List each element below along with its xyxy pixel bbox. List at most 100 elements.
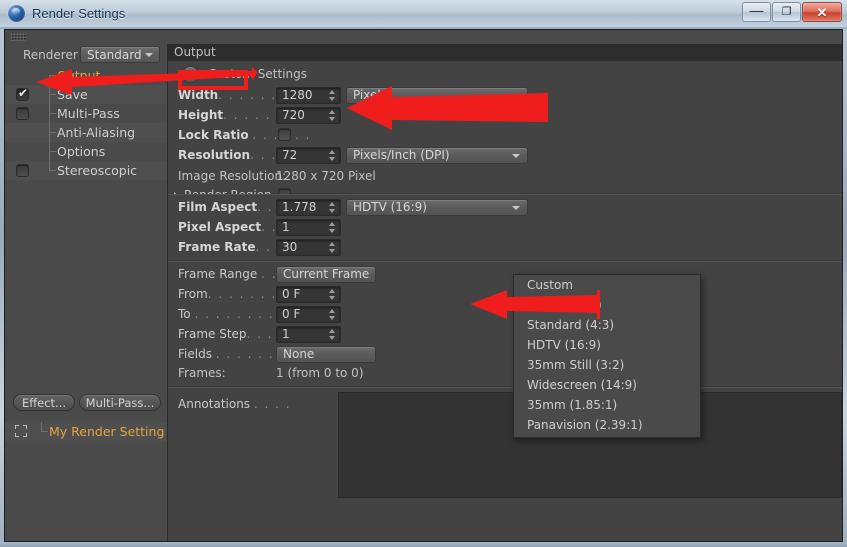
frame-step-input[interactable]: 1 bbox=[276, 326, 341, 343]
maximize-button[interactable]: ❐ bbox=[772, 2, 801, 22]
sidebar-item-anti-aliasing[interactable]: Anti-Aliasing bbox=[5, 123, 167, 142]
maximize-icon: ❐ bbox=[781, 5, 792, 18]
frame-step-value: 1 bbox=[282, 327, 290, 341]
tree-dash bbox=[41, 431, 48, 432]
custom-settings-row[interactable]: Custom Settings bbox=[168, 64, 842, 85]
window-right-border bbox=[843, 29, 847, 542]
tree-dash bbox=[49, 151, 56, 152]
resolution-unit-dropdown[interactable]: Pixels/Inch (DPI) bbox=[346, 147, 528, 164]
render-setting-node-row[interactable]: My Render Setting bbox=[5, 422, 167, 441]
renderer-dropdown[interactable]: Standard bbox=[80, 46, 160, 63]
menu-item-35mm[interactable]: 35mm (1.85:1) bbox=[514, 395, 700, 415]
from-value: 0 F bbox=[282, 287, 301, 301]
stepper-icon[interactable] bbox=[329, 202, 336, 213]
custom-settings-section: Custom Settings Width. . . . . . . . . 1… bbox=[168, 61, 842, 202]
resolution-input[interactable]: 72 bbox=[276, 147, 341, 164]
to-value: 0 F bbox=[282, 307, 301, 321]
width-row: Width. . . . . . . . . 1280 Pixels bbox=[168, 85, 842, 106]
multi-pass-button[interactable]: Multi-Pass... bbox=[79, 394, 161, 411]
close-button[interactable]: ✕ bbox=[802, 2, 842, 22]
menu-item-standard[interactable]: Standard (4:3) bbox=[514, 315, 700, 335]
menu-item-square[interactable]: Square (1:1) bbox=[514, 295, 700, 315]
menu-item-custom[interactable]: Custom bbox=[514, 275, 700, 295]
menu-item-hdtv[interactable]: HDTV (16:9) bbox=[514, 335, 700, 355]
from-row: From. . . . . . . . . . 0 F bbox=[168, 284, 842, 305]
sidebar-item-stereoscopic[interactable]: Stereoscopic bbox=[5, 161, 167, 180]
stereoscopic-checkbox[interactable] bbox=[16, 164, 29, 177]
sidebar-item-multi-pass[interactable]: Multi-Pass bbox=[5, 104, 167, 123]
to-input[interactable]: 0 F bbox=[276, 306, 341, 323]
film-aspect-value: 1.778 bbox=[282, 200, 317, 214]
sidebar-item-label-multi-pass: Multi-Pass bbox=[57, 106, 120, 121]
frame-rate-input[interactable]: 30 bbox=[276, 239, 341, 256]
stepper-icon[interactable] bbox=[329, 222, 336, 233]
film-aspect-input[interactable]: 1.778 bbox=[276, 199, 341, 216]
frames-value: 1 (from 0 to 0) bbox=[276, 366, 364, 380]
menu-item-35mm-still[interactable]: 35mm Still (3:2) bbox=[514, 355, 700, 375]
toolbar-strip bbox=[5, 30, 842, 45]
film-aspect-row: Film Aspect. . . . . 1.778 HDTV (16:9) bbox=[168, 197, 842, 218]
to-row: To . . . . . . . . . . . . 0 F bbox=[168, 304, 842, 325]
pixel-aspect-value: 1 bbox=[282, 220, 290, 234]
sidebar-item-label-output: Output bbox=[57, 68, 101, 83]
save-checkbox[interactable] bbox=[16, 86, 29, 101]
output-settings-panel: Output Custom Settings Width. . . . . . … bbox=[168, 44, 842, 541]
effect-button[interactable]: Effect... bbox=[13, 394, 75, 411]
width-unit-dropdown[interactable]: Pixels bbox=[346, 87, 528, 104]
stepper-icon[interactable] bbox=[329, 150, 336, 161]
aspect-section: Film Aspect. . . . . 1.778 HDTV (16:9) P… bbox=[168, 195, 842, 260]
sidebar-item-label-options: Options bbox=[57, 144, 106, 159]
minimize-button[interactable]: — bbox=[742, 2, 771, 22]
height-input[interactable]: 720 bbox=[276, 107, 341, 124]
stepper-icon[interactable] bbox=[329, 329, 336, 340]
stepper-icon[interactable] bbox=[329, 90, 336, 101]
lock-ratio-row: Lock Ratio . . . . . . bbox=[168, 125, 842, 146]
frame-step-row: Frame Step. . . . . . 1 bbox=[168, 324, 842, 345]
fields-dropdown[interactable]: None bbox=[276, 346, 376, 363]
frame-rate-value: 30 bbox=[282, 240, 298, 254]
fields-row: Fields . . . . . . . . . . None bbox=[168, 344, 842, 365]
pixel-aspect-input[interactable]: 1 bbox=[276, 219, 341, 236]
drag-grip-icon[interactable] bbox=[10, 33, 26, 41]
from-input[interactable]: 0 F bbox=[276, 286, 341, 303]
c4d-logo-icon bbox=[8, 5, 25, 22]
resolution-unit-value: Pixels/Inch (DPI) bbox=[353, 148, 450, 162]
frame-range-row: Frame Range . . . . Current Frame bbox=[168, 264, 842, 285]
expand-arrow-button[interactable] bbox=[182, 66, 199, 83]
panel-header: Output bbox=[168, 44, 842, 61]
resolution-row: Resolution. . . . . . 72 Pixels/Inch (DP… bbox=[168, 145, 842, 166]
frame-rate-row: Frame Rate. . . . . . 30 bbox=[168, 237, 842, 258]
chevron-down-icon bbox=[512, 206, 520, 210]
menu-item-panavision[interactable]: Panavision (2.39:1) bbox=[514, 415, 700, 435]
width-unit-value: Pixels bbox=[353, 88, 388, 102]
width-input[interactable]: 1280 bbox=[276, 87, 341, 104]
renderer-label: Renderer bbox=[23, 48, 78, 62]
film-aspect-preset-value: HDTV (16:9) bbox=[353, 200, 427, 214]
film-aspect-preset-menu[interactable]: Custom Square (1:1) Standard (4:3) HDTV … bbox=[513, 274, 701, 438]
crosshair-icon bbox=[15, 425, 27, 437]
sidebar-item-output[interactable]: Output bbox=[5, 66, 167, 85]
frame-range-dropdown[interactable]: Current Frame bbox=[276, 266, 376, 283]
sidebar-item-label-stereoscopic: Stereoscopic bbox=[57, 163, 138, 178]
window-bottom-border bbox=[0, 542, 847, 547]
menu-item-widescreen[interactable]: Widescreen (14:9) bbox=[514, 375, 700, 395]
frames-row: Frames: 1 (from 0 to 0) bbox=[168, 363, 842, 384]
tree-dash bbox=[49, 75, 56, 76]
multi-pass-checkbox[interactable] bbox=[16, 107, 29, 120]
sidebar-item-options[interactable]: Options bbox=[5, 142, 167, 161]
image-resolution-row: Image Resolution: 1280 x 720 Pixel bbox=[168, 166, 842, 187]
stepper-icon[interactable] bbox=[329, 110, 336, 121]
sidebar-item-label-anti-aliasing: Anti-Aliasing bbox=[57, 125, 136, 140]
sidebar-item-save[interactable]: Save bbox=[5, 85, 167, 104]
panel-title: Output bbox=[174, 45, 216, 59]
tree-dash bbox=[49, 94, 56, 95]
stepper-icon[interactable] bbox=[329, 242, 336, 253]
stepper-icon[interactable] bbox=[329, 289, 336, 300]
render-settings-client-area: Renderer Standard Output Save bbox=[4, 29, 843, 542]
lock-ratio-checkbox[interactable] bbox=[278, 128, 291, 141]
film-aspect-preset-dropdown[interactable]: HDTV (16:9) bbox=[346, 199, 528, 216]
chevron-down-icon bbox=[512, 94, 520, 98]
stepper-icon[interactable] bbox=[329, 309, 336, 320]
window-titlebar[interactable]: Render Settings — ❐ ✕ bbox=[0, 0, 847, 27]
height-value: 720 bbox=[282, 108, 305, 122]
